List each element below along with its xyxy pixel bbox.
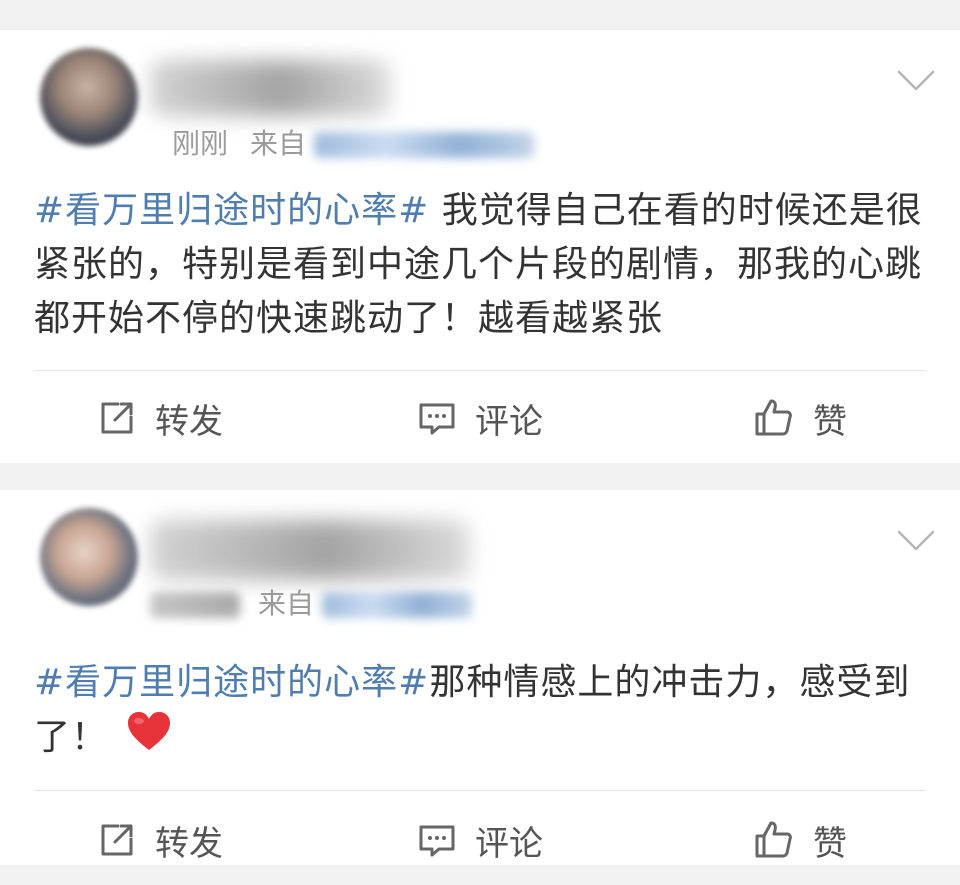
comment-button[interactable]: 评论 <box>320 373 640 463</box>
avatar[interactable] <box>40 508 138 606</box>
topic-link[interactable]: #看万里归途时的心率# <box>34 662 429 703</box>
comment-label: 评论 <box>475 401 543 442</box>
divider <box>34 790 926 791</box>
repost-label: 转发 <box>155 401 223 442</box>
source-device-blurred <box>322 592 473 618</box>
like-button[interactable]: 赞 <box>640 373 960 463</box>
repost-button[interactable]: 转发 <box>0 373 320 463</box>
avatar[interactable] <box>40 48 138 146</box>
like-button[interactable]: 赞 <box>640 795 960 885</box>
post-meta: 来自 <box>150 582 494 622</box>
username-blurred[interactable] <box>150 520 470 580</box>
chevron-down-icon[interactable] <box>896 68 936 94</box>
repost-label: 转发 <box>155 823 223 864</box>
like-label: 赞 <box>813 401 847 442</box>
divider <box>34 370 926 371</box>
post-text: #看万里归途时的心率#那种情感上的冲击力，感受到了！ <box>34 656 926 768</box>
source-label: 来自 <box>258 587 315 620</box>
source-device-blurred <box>314 132 535 158</box>
comment-icon <box>419 825 455 857</box>
chevron-down-icon[interactable] <box>896 528 936 554</box>
repost-icon <box>101 824 133 856</box>
action-bar: 转发 评论 赞 <box>0 373 960 463</box>
time-blurred <box>150 592 240 618</box>
username-blurred[interactable] <box>150 60 390 116</box>
post-meta: 刚刚 来自 <box>172 122 556 162</box>
like-label: 赞 <box>813 823 847 864</box>
comment-label: 评论 <box>475 823 543 864</box>
comment-button[interactable]: 评论 <box>320 795 640 885</box>
comment-icon <box>419 403 455 435</box>
heart-emoji <box>126 710 172 768</box>
post-text: #看万里归途时的心率# 我觉得自己在看的时候还是很紧张的，特别是看到中途几个片段… <box>34 184 926 346</box>
thumbs-up-icon <box>755 399 792 436</box>
topic-link[interactable]: #看万里归途时的心率# <box>34 190 429 231</box>
post-time: 刚刚 <box>172 127 229 160</box>
post-card: 来自 #看万里归途时的心率#那种情感上的冲击力，感受到了！ 转发 评论 赞 <box>0 490 960 865</box>
post-card: 刚刚 来自 #看万里归途时的心率# 我觉得自己在看的时候还是很紧张的，特别是看到中… <box>0 30 960 463</box>
repost-button[interactable]: 转发 <box>0 795 320 885</box>
source-label: 来自 <box>250 127 307 160</box>
repost-icon <box>101 402 133 434</box>
thumbs-up-icon <box>755 821 792 858</box>
action-bar: 转发 评论 赞 <box>0 795 960 885</box>
